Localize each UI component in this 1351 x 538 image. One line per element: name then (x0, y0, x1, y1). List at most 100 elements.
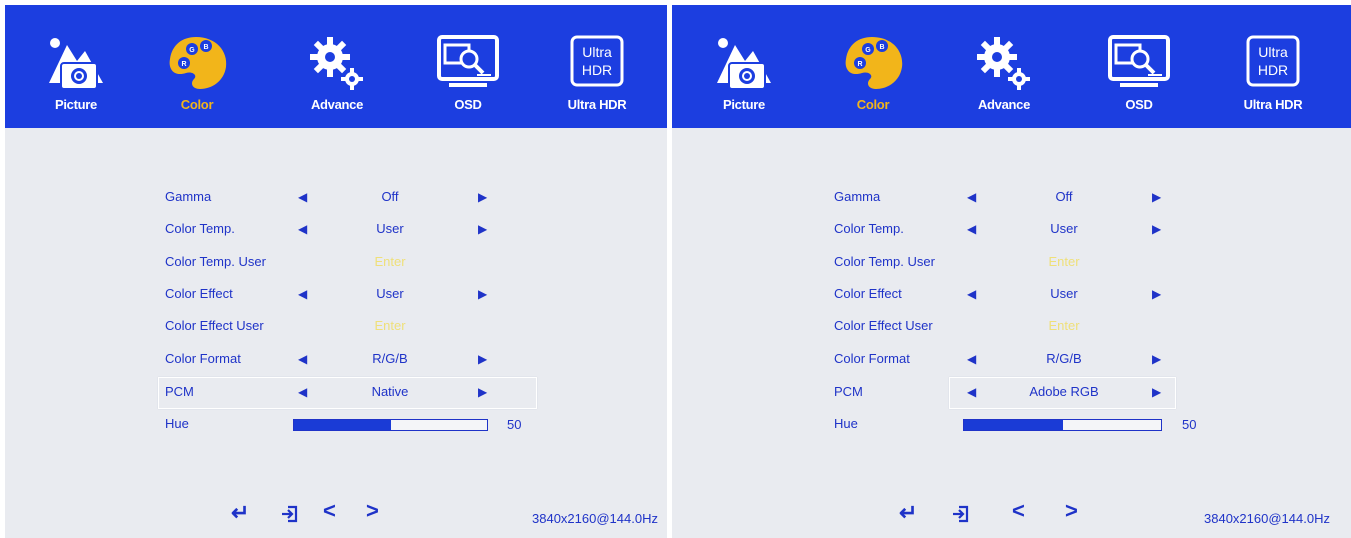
menu-row-color-effect[interactable]: Color Effect ◀ User ▶ (834, 280, 1194, 308)
exit-icon[interactable] (281, 505, 299, 523)
menu-row-gamma[interactable]: Gamma ◀ Off ▶ (165, 183, 525, 211)
tab-ultra-hdr[interactable]: Ultra HDR Ultra HDR (1228, 33, 1318, 123)
tab-label: Color (180, 97, 214, 112)
tab-label: Ultra HDR (567, 97, 627, 112)
exit-icon[interactable] (952, 505, 970, 523)
hue-value: 50 (1182, 417, 1197, 432)
chevron-left-icon[interactable]: < (1012, 498, 1025, 524)
tab-ultra-hdr[interactable]: Ultra HDR Ultra HDR (552, 33, 642, 123)
menu-row-color-temp-user[interactable]: Color Temp. User Enter (834, 248, 1194, 276)
row-label: Gamma (834, 189, 881, 204)
tab-bar: Picture G B R Color Advance OSD Ultra HD… (5, 5, 667, 128)
tab-picture[interactable]: Picture (31, 33, 121, 123)
resolution-readout: 3840x2160@144.0Hz (532, 511, 658, 526)
menu-row-pcm[interactable]: PCM ◀ Native ▶ (165, 378, 525, 406)
row-value: R/G/B (1046, 351, 1082, 366)
enter-value[interactable]: Enter (1004, 248, 1124, 276)
palette-icon: G B R (845, 37, 903, 89)
enter-value[interactable]: Enter (1004, 312, 1124, 340)
ultra-hdr-icon: Ultra HDR (1246, 35, 1300, 87)
osd-panel-right: Picture G B R Color Advance OSD Ultra HD… (672, 5, 1351, 538)
tab-bar: Picture G B R Color Advance OSD Ultra HD… (672, 5, 1351, 128)
ultra-hdr-icon-text-1: Ultra (582, 44, 612, 60)
triangle-left-icon[interactable]: ◀ (298, 378, 307, 406)
row-label: Color Temp. User (834, 254, 935, 269)
hue-value: 50 (507, 417, 522, 432)
hue-slider[interactable] (293, 419, 488, 431)
row-value: User (376, 286, 404, 301)
row-value: Native (371, 384, 409, 399)
row-label: Color Effect User (165, 318, 264, 333)
row-label: Color Effect User (834, 318, 933, 333)
svg-text:B: B (203, 44, 208, 51)
menu-row-color-temp[interactable]: Color Temp. ◀ User ▶ (165, 215, 525, 243)
menu-row-color-effect-user[interactable]: Color Effect User Enter (834, 312, 1194, 340)
menu-row-color-format[interactable]: Color Format ◀ R/G/B ▶ (834, 345, 1194, 373)
menu-row-pcm[interactable]: PCM ◀ Adobe RGB ▶ (834, 378, 1194, 406)
picture-icon (49, 38, 103, 90)
hue-slider-fill (964, 420, 1063, 430)
triangle-right-icon[interactable]: ▶ (478, 345, 487, 373)
chevron-right-icon[interactable]: > (1065, 498, 1078, 524)
enter-value[interactable]: Enter (335, 248, 445, 276)
menu-row-color-temp-user[interactable]: Color Temp. User Enter (165, 248, 525, 276)
tab-advance[interactable]: Advance (292, 33, 382, 123)
row-value: User (376, 221, 404, 236)
tab-color[interactable]: G B R Color (152, 33, 242, 123)
row-value: Off (381, 189, 399, 204)
color-menu: Gamma ◀ Off ▶ Color Temp. ◀ User ▶ Color… (5, 128, 667, 538)
row-label: PCM (834, 384, 863, 399)
svg-text:G: G (189, 47, 195, 54)
gear-icon (977, 37, 1030, 90)
triangle-left-icon[interactable]: ◀ (967, 378, 976, 406)
color-menu: Gamma ◀ Off ▶ Color Temp. ◀ User ▶ Color… (672, 128, 1351, 538)
svg-text:R: R (857, 61, 862, 68)
menu-row-color-temp[interactable]: Color Temp. ◀ User ▶ (834, 215, 1194, 243)
triangle-right-icon[interactable]: ▶ (478, 280, 487, 308)
hue-slider[interactable] (963, 419, 1162, 431)
hue-slider-fill (294, 420, 391, 430)
row-label: Gamma (165, 189, 212, 204)
chevron-left-icon[interactable]: < (323, 498, 336, 524)
triangle-right-icon[interactable]: ▶ (1152, 215, 1161, 243)
triangle-left-icon[interactable]: ◀ (967, 183, 976, 211)
tab-label: Advance (310, 97, 364, 112)
tab-osd[interactable]: OSD (423, 33, 513, 123)
triangle-left-icon[interactable]: ◀ (298, 183, 307, 211)
triangle-left-icon[interactable]: ◀ (967, 215, 976, 243)
ultra-hdr-icon-text-2: HDR (582, 62, 612, 78)
triangle-right-icon[interactable]: ▶ (1152, 345, 1161, 373)
triangle-left-icon[interactable]: ◀ (298, 345, 307, 373)
chevron-right-icon[interactable]: > (366, 498, 379, 524)
menu-row-color-effect-user[interactable]: Color Effect User Enter (165, 312, 525, 340)
tab-osd[interactable]: OSD (1094, 33, 1184, 123)
menu-row-gamma[interactable]: Gamma ◀ Off ▶ (834, 183, 1194, 211)
triangle-right-icon[interactable]: ▶ (478, 183, 487, 211)
triangle-right-icon[interactable]: ▶ (1152, 183, 1161, 211)
triangle-left-icon[interactable]: ◀ (298, 280, 307, 308)
triangle-left-icon[interactable]: ◀ (967, 280, 976, 308)
menu-row-color-effect[interactable]: Color Effect ◀ User ▶ (165, 280, 525, 308)
menu-row-color-format[interactable]: Color Format ◀ R/G/B ▶ (165, 345, 525, 373)
tab-picture[interactable]: Picture (699, 33, 789, 123)
tab-color[interactable]: G B R Color (828, 33, 918, 123)
row-label: Color Format (165, 351, 241, 366)
tab-label: OSD (454, 97, 482, 112)
enter-value[interactable]: Enter (335, 312, 445, 340)
triangle-right-icon[interactable]: ▶ (478, 215, 487, 243)
row-label: Color Temp. (165, 221, 235, 236)
monitor-search-icon (1108, 35, 1170, 87)
resolution-readout: 3840x2160@144.0Hz (1204, 511, 1330, 526)
triangle-right-icon[interactable]: ▶ (478, 378, 487, 406)
enter-icon[interactable]: ↵ (231, 500, 249, 526)
row-value: Adobe RGB (1029, 384, 1099, 399)
tab-advance[interactable]: Advance (959, 33, 1049, 123)
triangle-left-icon[interactable]: ◀ (967, 345, 976, 373)
monitor-search-icon (437, 35, 499, 87)
triangle-right-icon[interactable]: ▶ (1152, 280, 1161, 308)
tab-label: Picture (55, 97, 97, 112)
triangle-left-icon[interactable]: ◀ (298, 215, 307, 243)
enter-icon[interactable]: ↵ (899, 500, 917, 526)
row-label: Color Temp. (834, 221, 904, 236)
triangle-right-icon[interactable]: ▶ (1152, 378, 1161, 406)
